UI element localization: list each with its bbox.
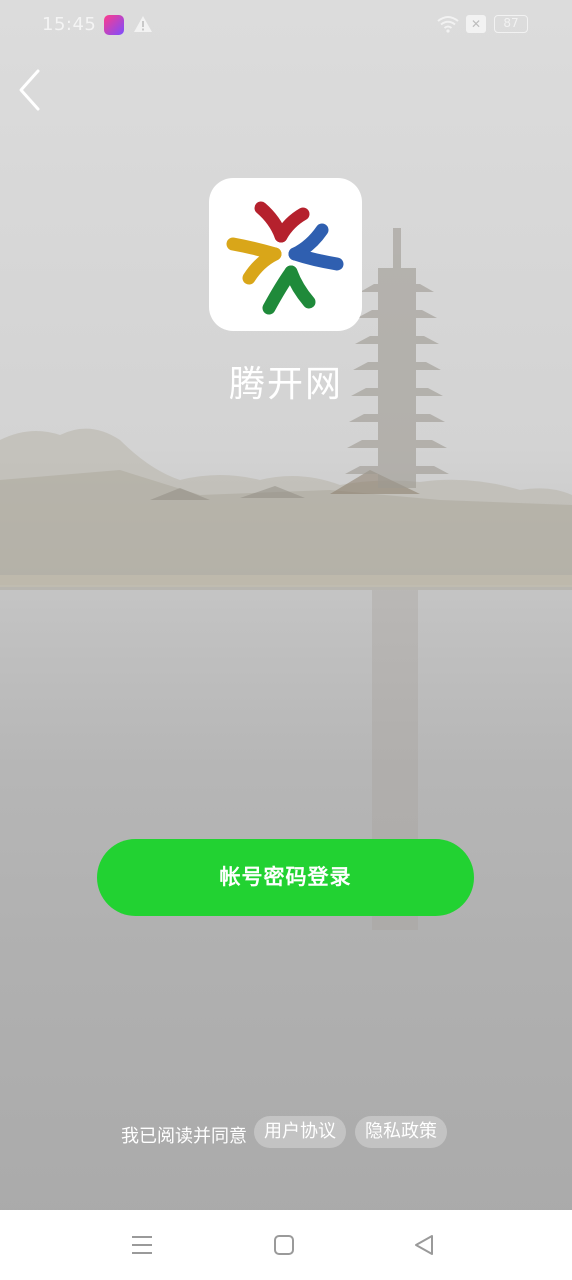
status-bar: 15:45 ✕ 87 xyxy=(0,0,572,52)
agreement-prefix: 我已阅读并同意 xyxy=(121,1126,247,1147)
logo-mark-icon xyxy=(226,201,344,315)
menu-icon[interactable] xyxy=(130,1234,154,1256)
user-agreement-link[interactable]: 用户协议 xyxy=(254,1116,346,1148)
square-home-icon[interactable] xyxy=(273,1234,295,1256)
chevron-left-icon[interactable] xyxy=(14,68,48,112)
notification-app-icon xyxy=(104,15,124,35)
privacy-policy-link[interactable]: 隐私政策 xyxy=(355,1116,447,1148)
system-navigation-bar xyxy=(0,1210,572,1280)
warning-icon xyxy=(134,16,152,32)
battery-icon: 87 xyxy=(494,15,528,33)
sim-icon: ✕ xyxy=(466,15,486,33)
triangle-back-icon[interactable] xyxy=(412,1233,436,1257)
app-name: 腾开网 xyxy=(228,364,343,405)
wifi-icon xyxy=(437,16,459,33)
agreement-row: 我已阅读并同意 用户协议 隐私政策 xyxy=(0,1116,572,1150)
login-screen: 15:45 ✕ 87 腾开网 帐号密码登录 我已阅读并同意 用户协议 隐私政策 xyxy=(0,0,572,1280)
status-time: 15:45 xyxy=(42,14,97,35)
app-logo xyxy=(209,178,362,331)
account-password-login-button[interactable]: 帐号密码登录 xyxy=(97,839,474,916)
